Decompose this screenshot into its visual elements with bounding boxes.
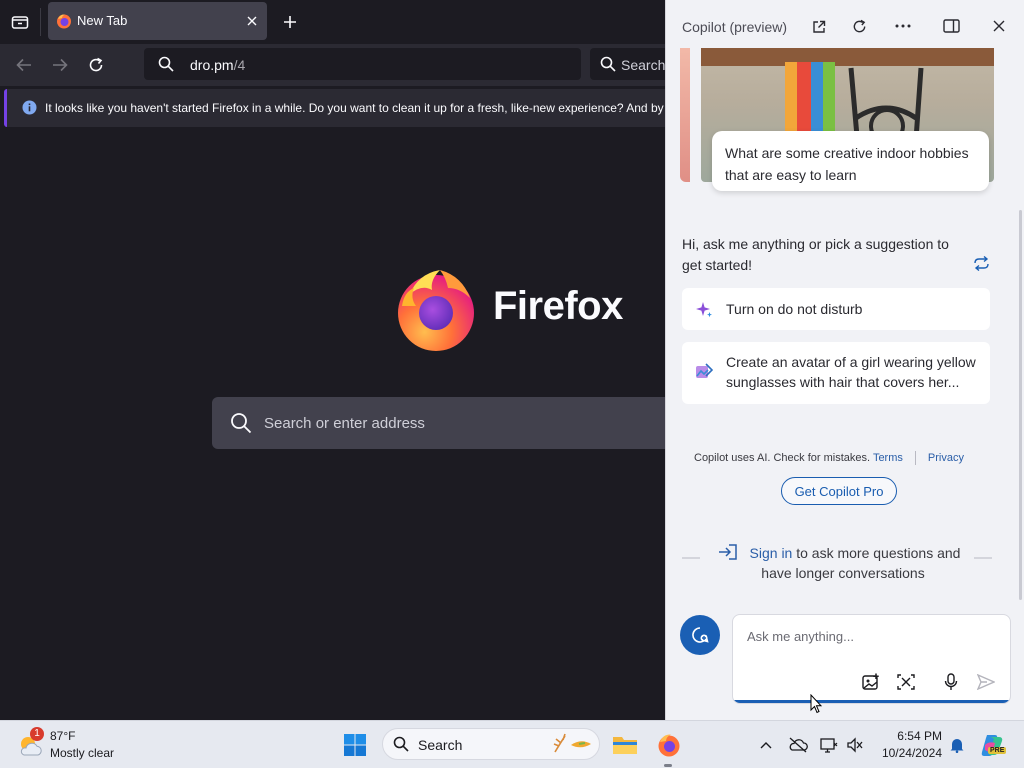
- chat-composer[interactable]: Ask me anything...: [732, 614, 1011, 704]
- more-options-icon[interactable]: [892, 15, 914, 37]
- firefox-favicon-icon: [56, 13, 72, 29]
- weather-widget[interactable]: 1: [16, 727, 48, 761]
- refresh-suggestions-icon[interactable]: [971, 253, 991, 273]
- carousel-prev-image: [680, 48, 690, 182]
- pre-badge: PRE: [988, 747, 1007, 754]
- image-create-icon: [695, 363, 713, 381]
- back-icon[interactable]: [12, 53, 36, 77]
- link-separator: [914, 451, 916, 465]
- scrollbar[interactable]: [1019, 210, 1022, 600]
- notification-text: It looks like you haven't started Firefo…: [45, 101, 665, 115]
- copilot-taskbar-icon[interactable]: PRE: [978, 731, 1007, 759]
- disclaimer-text: Copilot uses AI. Check for mistakes.: [694, 451, 871, 464]
- terms-link[interactable]: Terms: [873, 452, 903, 464]
- search-icon: [600, 56, 616, 72]
- reload-icon[interactable]: [84, 53, 108, 77]
- sign-in-link[interactable]: Sign in: [750, 545, 793, 561]
- tabs-list-icon[interactable]: [8, 10, 32, 34]
- copilot-header: Copilot (preview): [666, 0, 1024, 52]
- copilot-title: Copilot (preview): [682, 19, 788, 35]
- search-icon: [158, 56, 174, 72]
- windows-start-icon[interactable]: [340, 730, 370, 760]
- firefox-taskbar-icon[interactable]: [654, 730, 684, 760]
- close-panel-icon[interactable]: [988, 15, 1010, 37]
- copilot-panel: Copilot (preview) What are some creative…: [665, 0, 1024, 720]
- notification-bar: It looks like you haven't started Firefo…: [4, 89, 665, 127]
- taskbar-search[interactable]: Search: [382, 728, 600, 760]
- suggestion-label: Create an avatar of a girl wearing yello…: [726, 354, 976, 390]
- search-highlight-icon: [551, 732, 595, 756]
- url-text: dro.pm/4: [190, 57, 245, 73]
- running-indicator: [664, 764, 672, 767]
- show-hidden-icons-icon[interactable]: [756, 735, 776, 755]
- greeting-text: Hi, ask me anything or pick a suggestion…: [682, 236, 949, 273]
- firefox-logo: [396, 266, 480, 352]
- forward-icon[interactable]: [48, 53, 72, 77]
- weather-alert-badge: 1: [30, 727, 44, 741]
- new-topic-button[interactable]: [680, 615, 720, 655]
- url-path: /4: [233, 57, 246, 73]
- search-icon: [393, 736, 409, 752]
- search-box[interactable]: Search: [590, 48, 665, 80]
- suggestion-do-not-disturb[interactable]: Turn on do not disturb: [682, 288, 990, 330]
- divider: [682, 557, 700, 559]
- onedrive-icon[interactable]: [786, 733, 810, 757]
- info-icon: [22, 100, 37, 115]
- clock-date[interactable]: 10/24/2024: [866, 746, 942, 760]
- divider: [974, 557, 992, 559]
- new-tab-icon[interactable]: [278, 10, 302, 34]
- url-host: dro.pm: [190, 57, 234, 73]
- search-icon: [230, 412, 252, 434]
- suggestion-label: Turn on do not disturb: [726, 301, 863, 317]
- firefox-wordmark: Firefox: [493, 284, 623, 328]
- clock-time[interactable]: 6:54 PM: [880, 729, 942, 743]
- notification-bell-icon[interactable]: [946, 734, 968, 756]
- weather-temperature: 87°F: [50, 729, 76, 743]
- screenshot-icon[interactable]: [895, 671, 917, 693]
- url-bar[interactable]: dro.pm/4: [144, 48, 581, 80]
- volume-muted-icon[interactable]: [843, 733, 867, 757]
- tab-title: New Tab: [77, 13, 128, 28]
- send-icon[interactable]: [975, 671, 997, 693]
- sign-in-prompt: Sign in to ask more questions and have l…: [718, 543, 968, 583]
- composer-focus-line: [733, 700, 1010, 703]
- firefox-window: New Tab dro.pm/4 Search It looks like yo…: [0, 0, 665, 720]
- disclaimer: Copilot uses AI. Check for mistakes. Ter…: [694, 451, 964, 465]
- tab-divider: [40, 8, 41, 36]
- add-image-icon[interactable]: [860, 671, 882, 693]
- get-copilot-pro-button[interactable]: Get Copilot Pro: [781, 477, 897, 505]
- file-explorer-icon[interactable]: [610, 730, 640, 760]
- suggestion-create-avatar[interactable]: Create an avatar of a girl wearing yello…: [682, 342, 990, 404]
- taskbar-search-label: Search: [418, 737, 463, 753]
- tab-new-tab[interactable]: New Tab: [48, 2, 267, 40]
- main-search-input[interactable]: Search or enter address: [212, 397, 665, 449]
- privacy-link[interactable]: Privacy: [928, 452, 964, 464]
- suggestion-prompt-card[interactable]: What are some creative indoor hobbies th…: [712, 131, 989, 191]
- mouse-cursor-icon: [810, 694, 822, 714]
- tab-strip: New Tab: [0, 0, 665, 44]
- close-tab-icon[interactable]: [243, 12, 261, 30]
- sign-in-text: to ask more questions and have longer co…: [761, 545, 961, 581]
- open-external-icon[interactable]: [808, 16, 830, 38]
- composer-placeholder: Ask me anything...: [747, 629, 854, 644]
- microphone-icon[interactable]: [940, 671, 962, 693]
- main-search-placeholder: Search or enter address: [264, 415, 425, 432]
- split-view-icon[interactable]: [940, 15, 962, 37]
- search-box-label: Search: [621, 57, 665, 73]
- weather-condition: Mostly clear: [50, 746, 115, 760]
- windows-taskbar: 1 87°F Mostly clear Search 6:54 PM 10/24…: [0, 720, 1024, 768]
- suggestion-prompt-text: What are some creative indoor hobbies th…: [725, 145, 969, 183]
- sparkle-icon: [695, 301, 713, 319]
- network-icon[interactable]: [817, 733, 841, 757]
- refresh-icon[interactable]: [848, 15, 870, 37]
